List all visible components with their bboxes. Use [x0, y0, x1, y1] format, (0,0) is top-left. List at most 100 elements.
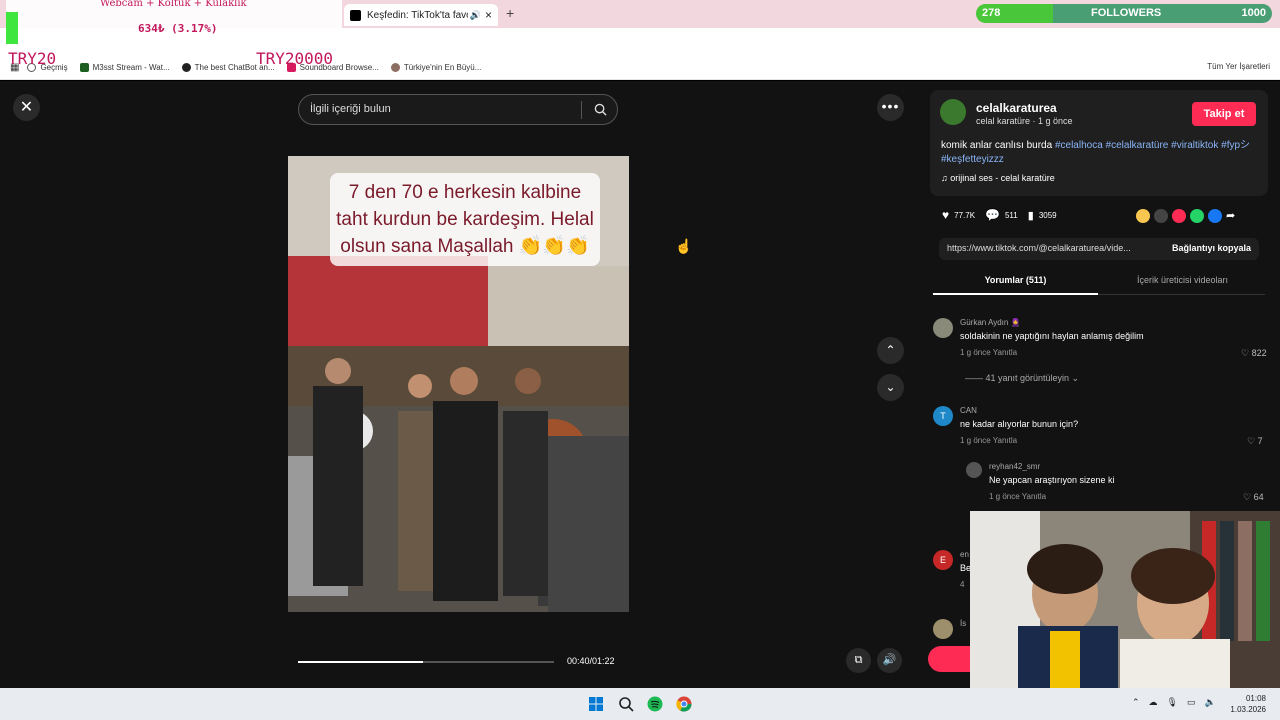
more-options-button[interactable]: ••• [877, 94, 904, 121]
heart-icon: ♥ [942, 208, 950, 222]
system-tray: ⌃ ☁ 🎙 ▭ 🔈 [1132, 697, 1216, 708]
comment-text: soldakinin ne yaptığını haylan anlamış d… [960, 331, 1144, 341]
followers-goal-bar: 278 FOLLOWERS 1000 [976, 4, 1272, 23]
copy-link-button[interactable]: Bağlantıyı kopyala [1172, 243, 1251, 253]
clock-time: 01:08 [1245, 694, 1266, 703]
chevron-up-icon[interactable]: ⌃ [1132, 697, 1140, 708]
author-card: celalkaraturea celal karatüre · 1 g önce… [930, 90, 1268, 196]
author-subtitle: celal karatüre · 1 g önce [976, 116, 1073, 126]
microphone-icon[interactable]: 🎙 [1167, 697, 1178, 708]
comment-item: Gürkan Aydın 🧕 soldakinin ne yaptığını h… [933, 318, 1273, 368]
bookmark-icon: ▮ [1027, 209, 1034, 222]
comment-post-button[interactable] [928, 646, 973, 672]
speaker-icon: 🔊 [469, 9, 481, 20]
facebook-icon[interactable] [1208, 209, 1222, 223]
engagement-bar: ♥ 77.7K 💬 511 ▮ 3059 [942, 208, 1057, 222]
comment-like[interactable]: ♡ 64 [1243, 492, 1264, 503]
spotify-icon[interactable] [647, 696, 663, 712]
share-url-row: https://www.tiktok.com/@celalkaraturea/v… [939, 238, 1259, 260]
commenter-name[interactable]: İs [960, 619, 966, 628]
chatgpt-icon [181, 63, 191, 72]
view-replies-link[interactable]: —— 41 yanıt görüntüleyin ⌄ [965, 373, 1079, 384]
donation-goal-title: Webcam + Koltuk + Kulaklık [100, 0, 247, 9]
author-name[interactable]: celalkaraturea [976, 101, 1057, 115]
description-text: komik anlar canlısı burda [941, 140, 1053, 151]
commenter-name[interactable]: CAN [960, 406, 977, 415]
video-player[interactable]: 7 den 70 e herkesin kalbine taht kurdun … [288, 156, 629, 612]
panel-tabs: Yorumlar (511) İçerik üreticisi videolar… [933, 271, 1265, 295]
whatsapp-icon[interactable] [1190, 209, 1204, 223]
save-button[interactable]: ▮ 3059 [1028, 209, 1057, 222]
comment-meta[interactable]: 1 g önce Yanıtla [960, 436, 1017, 445]
volume-button[interactable]: 🔊 [877, 648, 902, 673]
donation-amount: 634₺ (3.17%) [138, 22, 218, 35]
tiktok-icon [350, 9, 361, 21]
close-button[interactable]: ✕ [13, 94, 40, 121]
goal-min-label: TRY20 [8, 49, 57, 68]
comment-item: T CAN ne kadar alıyorlar bunun için? 1 g… [933, 406, 1273, 456]
video-progress-track[interactable] [298, 661, 554, 663]
commenter-avatar[interactable] [966, 462, 982, 478]
repost-icon[interactable] [1136, 209, 1150, 223]
video-caption: 7 den 70 e herkesin kalbine taht kurdun … [330, 173, 600, 266]
share-arrow-icon[interactable]: ➦ [1226, 209, 1240, 223]
comment-text: Ne yapcan araştırıyon sizene ki [989, 475, 1115, 485]
bookmark-m3sst[interactable]: M3sst Stream - Wat... [79, 63, 170, 72]
windows-taskbar: ⌃ ☁ 🎙 ▭ 🔈 01:08 1.03.2026 [0, 688, 1280, 720]
comment-like[interactable]: ♡ 7 [1247, 436, 1263, 447]
search-icon[interactable] [618, 696, 634, 712]
tab-title: Keşfedin: TikTok'ta favori vi... [367, 9, 468, 21]
previous-video-button[interactable]: ⌃ [877, 337, 904, 364]
search-divider [581, 101, 582, 119]
close-tab-button[interactable]: × [485, 8, 492, 22]
followers-current: 278 [982, 7, 1001, 19]
comment-meta[interactable]: 1 g önce Yanıtla [989, 492, 1046, 501]
music-label[interactable]: ♫ orijinal ses - celal karatüre [941, 173, 1055, 183]
commenter-name[interactable]: reyhan42_smr [989, 462, 1040, 471]
cloud-icon[interactable]: ☁ [1149, 697, 1158, 708]
tab-tiktok[interactable]: Keşfedin: TikTok'ta favori vi... 🔊 × [344, 4, 498, 26]
author-avatar[interactable] [940, 99, 966, 125]
comment-like[interactable]: ♡ 822 [1241, 348, 1267, 359]
commenter-name[interactable]: en [960, 550, 969, 559]
commenter-avatar[interactable] [933, 619, 953, 639]
streamer-webcam [970, 511, 1280, 688]
commenter-name[interactable]: Gürkan Aydın 🧕 [960, 318, 1021, 327]
video-description: komik anlar canlısı burda #celalhoca #ce… [941, 139, 1261, 167]
comment-icon: 💬 [985, 208, 1000, 222]
comment-text: ne kadar alıyorlar bunun için? [960, 419, 1079, 429]
new-tab-button[interactable]: + [506, 5, 514, 21]
video-time: 00:40/01:22 [567, 656, 615, 666]
comment-meta[interactable]: 1 g önce Yanıtla [960, 348, 1017, 357]
embed-icon[interactable] [1154, 209, 1168, 223]
search-input[interactable]: İlgili içeriği bulun [298, 94, 618, 125]
clock-date: 1.03.2026 [1230, 705, 1266, 714]
share-icons: ➦ [1136, 209, 1240, 223]
commenter-avatar[interactable]: E [933, 550, 953, 570]
network-icon[interactable]: ▭ [1187, 697, 1196, 708]
speaker-icon[interactable]: 🔈 [1205, 697, 1216, 708]
bookmark-turkiye[interactable]: Türkiye'nin En Büyü... [390, 63, 481, 72]
chrome-icon[interactable] [676, 696, 692, 712]
picture-in-picture-button[interactable]: ⧉ [846, 648, 871, 673]
comment-meta: 4 [960, 580, 965, 589]
commenter-avatar[interactable]: T [933, 406, 953, 426]
follow-button[interactable]: Takip et [1192, 102, 1256, 126]
search-icon[interactable] [594, 103, 607, 116]
search-placeholder: İlgili içeriği bulun [310, 103, 391, 115]
kick-icon [79, 63, 89, 72]
system-clock[interactable]: 01:08 1.03.2026 [1230, 693, 1266, 715]
windows-start-icon[interactable] [588, 696, 604, 712]
commenter-avatar[interactable] [933, 318, 953, 338]
tab-comments[interactable]: Yorumlar (511) [933, 271, 1098, 295]
next-video-button[interactable]: ⌄ [877, 374, 904, 401]
mouse-cursor-icon: ☝ [675, 238, 693, 254]
video-progress-fill [298, 661, 424, 663]
all-bookmarks[interactable]: Tüm Yer İşaretleri [1207, 62, 1270, 71]
comment-button[interactable]: 💬 511 [985, 208, 1018, 222]
like-button[interactable]: ♥ 77.7K [942, 208, 975, 222]
goal-max-label: TRY20000 [256, 49, 334, 68]
send-icon[interactable] [1172, 209, 1186, 223]
tab-creator-videos[interactable]: İçerik üreticisi videoları [1100, 271, 1265, 289]
share-url[interactable]: https://www.tiktok.com/@celalkaraturea/v… [947, 243, 1147, 253]
